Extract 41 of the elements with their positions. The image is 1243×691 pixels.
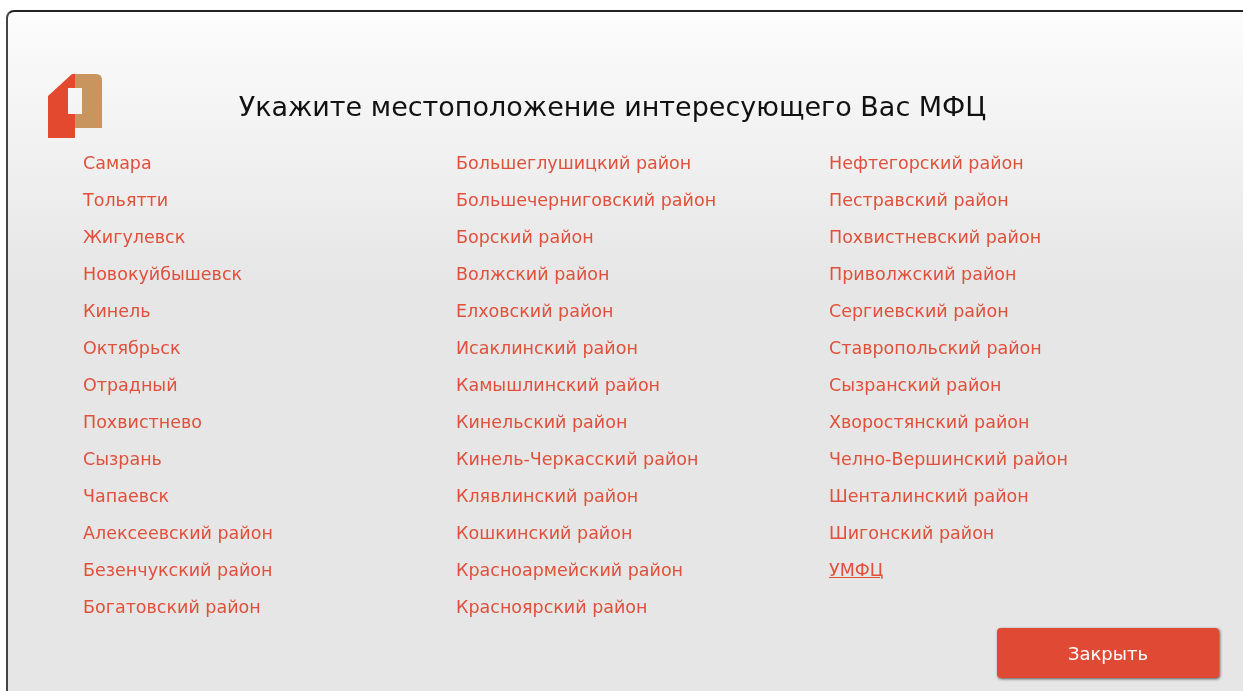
location-link[interactable]: Большечерниговский район bbox=[456, 182, 717, 219]
location-link[interactable]: Челно-Вершинский район bbox=[829, 441, 1068, 478]
location-link[interactable]: Пестравский район bbox=[829, 182, 1009, 219]
location-link[interactable]: Тольятти bbox=[83, 182, 169, 219]
location-link[interactable]: Похвистневский район bbox=[829, 219, 1042, 256]
location-link[interactable]: Сызрань bbox=[83, 441, 162, 478]
location-link[interactable]: Ставропольский район bbox=[829, 330, 1042, 367]
location-link[interactable]: Борский район bbox=[456, 219, 594, 256]
location-link[interactable]: Елховский район bbox=[456, 293, 614, 330]
location-link[interactable]: Исаклинский район bbox=[456, 330, 638, 367]
location-link[interactable]: Безенчукский район bbox=[83, 552, 273, 589]
location-link[interactable]: УМФЦ bbox=[829, 552, 884, 589]
location-link[interactable]: Большеглушицкий район bbox=[456, 145, 692, 182]
location-link[interactable]: Красноармейский район bbox=[456, 552, 684, 589]
location-link[interactable]: Октябрьск bbox=[83, 330, 181, 367]
location-link[interactable]: Кинель bbox=[83, 293, 151, 330]
location-link[interactable]: Кинельский район bbox=[456, 404, 628, 441]
location-link[interactable]: Хворостянский район bbox=[829, 404, 1030, 441]
location-link[interactable]: Сергиевский район bbox=[829, 293, 1009, 330]
location-link[interactable]: Кинель-Черкасский район bbox=[456, 441, 699, 478]
location-link[interactable]: Кошкинский район bbox=[456, 515, 633, 552]
location-link[interactable]: Богатовский район bbox=[83, 589, 261, 626]
location-link[interactable]: Жигулевск bbox=[83, 219, 186, 256]
dialog-title: Укажите местоположение интересующего Вас МФЦ bbox=[237, 90, 988, 122]
close-button[interactable]: Закрыть bbox=[997, 628, 1219, 678]
location-link[interactable]: Похвистнево bbox=[83, 404, 202, 441]
location-link[interactable]: Чапаевск bbox=[83, 478, 170, 515]
location-link[interactable]: Сызранский район bbox=[829, 367, 1002, 404]
logo-icon bbox=[48, 74, 102, 138]
location-link[interactable]: Шигонский район bbox=[829, 515, 995, 552]
location-link[interactable]: Отрадный bbox=[83, 367, 178, 404]
location-link[interactable]: Клявлинский район bbox=[456, 478, 639, 515]
location-link[interactable]: Шенталинский район bbox=[829, 478, 1029, 515]
location-link[interactable]: Камышлинский район bbox=[456, 367, 661, 404]
location-link[interactable]: Приволжский район bbox=[829, 256, 1017, 293]
location-link[interactable]: Волжский район bbox=[456, 256, 610, 293]
location-link[interactable]: Самара bbox=[83, 145, 152, 182]
location-link[interactable]: Красноярский район bbox=[456, 589, 648, 626]
location-link[interactable]: Новокуйбышевск bbox=[83, 256, 243, 293]
location-link[interactable]: Алексеевский район bbox=[83, 515, 273, 552]
location-link[interactable]: Нефтегорский район bbox=[829, 145, 1024, 182]
